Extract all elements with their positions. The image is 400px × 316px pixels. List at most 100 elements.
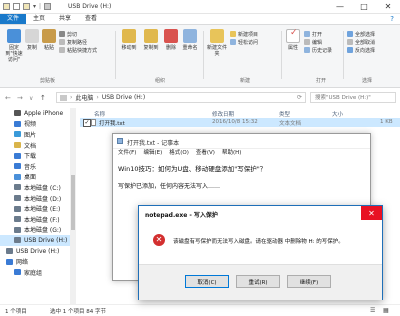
sidebar-item-icon xyxy=(14,173,21,180)
paste-shortcut-button[interactable]: 粘贴快捷方式 xyxy=(59,46,97,54)
pin-quick-access-button[interactable]: 固定到"快速访问" xyxy=(3,29,25,63)
open-icon xyxy=(304,31,310,37)
rename-button[interactable]: 重命名 xyxy=(181,29,199,51)
column-size[interactable]: 大小 xyxy=(332,110,343,118)
select-all-button[interactable]: 全部选择 xyxy=(347,30,375,38)
large-icons-view-icon[interactable]: ▦ xyxy=(383,307,389,314)
nav-scrollbar-thumb[interactable] xyxy=(71,175,75,230)
up-arrow-icon[interactable]: ↑ xyxy=(40,94,46,102)
menu-edit[interactable]: 编辑(E) xyxy=(143,148,162,158)
copy-path-button[interactable]: 复制路径 xyxy=(59,38,97,46)
status-bar: 1 个项目 选中 1 个项目 84 字节 ☰ ▦ xyxy=(0,304,400,316)
cancel-button[interactable]: 取消(C) xyxy=(185,275,229,288)
notepad-line-2[interactable]: 写保护已添加，任何内容无法写入…… xyxy=(118,181,220,190)
sidebar-item-label: USB Drive (H:) xyxy=(16,247,60,255)
checkbox-icon[interactable]: ✓ xyxy=(83,119,91,127)
select-none-button[interactable]: 全部取消 xyxy=(347,38,375,46)
selection-info: 选中 1 个项目 84 字节 xyxy=(50,309,106,315)
back-arrow-icon[interactable]: ← xyxy=(5,94,11,102)
menu-help[interactable]: 帮助(H) xyxy=(222,148,241,158)
notepad-icon xyxy=(117,138,123,144)
table-row[interactable]: ✓ 打开我.txt 2016/10/8 15:32 文本文档 1 KB xyxy=(80,118,400,127)
column-date[interactable]: 修改日期 xyxy=(212,110,234,118)
select-none-icon xyxy=(347,39,353,45)
move-to-button[interactable]: 移动到 xyxy=(119,29,139,51)
tab-home[interactable]: 主页 xyxy=(26,14,52,24)
sidebar-item-icon xyxy=(14,205,21,212)
dialog-close-button[interactable]: ✕ xyxy=(361,206,382,220)
help-icon[interactable]: ? xyxy=(390,14,400,24)
select-small-buttons: 全部选择 全部取消 反向选择 xyxy=(347,30,375,54)
sidebar-item[interactable]: 网络 xyxy=(0,256,76,267)
sidebar-item[interactable]: 文档 xyxy=(0,140,76,151)
column-type[interactable]: 类型 xyxy=(279,110,290,118)
menu-format[interactable]: 格式(O) xyxy=(169,148,189,158)
sidebar-item[interactable]: 图片 xyxy=(0,129,76,140)
pin-label: 固定到"快速访问" xyxy=(5,45,23,63)
open-button[interactable]: 打开 xyxy=(304,30,332,38)
sidebar-item[interactable]: 本地磁盘 (E:) xyxy=(0,203,76,214)
invert-selection-button[interactable]: 反向选择 xyxy=(347,46,375,54)
sidebar-item[interactable]: 视频 xyxy=(0,119,76,130)
menu-view[interactable]: 查看(V) xyxy=(196,148,215,158)
column-name[interactable]: 名称 xyxy=(94,110,105,118)
select-none-label: 全部取消 xyxy=(355,39,376,46)
search-input[interactable]: 搜索"USB Drive (H:)" xyxy=(310,92,396,103)
continue-button[interactable]: 继续(F) xyxy=(287,275,331,288)
paste-button[interactable]: 粘贴 xyxy=(41,29,57,51)
address-input[interactable]: › 此电脑 › USB Drive (H:) ⟳ xyxy=(56,92,306,103)
breadcrumb-this-pc[interactable]: 此电脑 xyxy=(75,93,93,102)
maximize-button[interactable]: □ xyxy=(352,0,376,13)
easy-access-button[interactable]: 轻松访问 xyxy=(230,38,258,46)
minimize-button[interactable]: — xyxy=(328,0,352,13)
refresh-icon[interactable]: ⟳ xyxy=(297,94,305,101)
sidebar-item-icon xyxy=(14,110,21,117)
tab-share[interactable]: 共享 xyxy=(52,14,78,24)
copy-to-label: 复制到 xyxy=(143,45,159,51)
cut-button[interactable]: 剪切 xyxy=(59,30,97,38)
tab-view[interactable]: 查看 xyxy=(78,14,104,24)
sidebar-item[interactable]: 本地磁盘 (F:) xyxy=(0,214,76,225)
recent-locations-icon[interactable]: ∨ xyxy=(29,95,33,102)
new-group-label: 新建 xyxy=(240,78,251,84)
history-button[interactable]: 历史记录 xyxy=(304,46,332,54)
menu-file[interactable]: 文件(F) xyxy=(118,148,136,158)
copy-to-button[interactable]: 复制到 xyxy=(141,29,161,51)
sidebar-item[interactable]: Apple iPhone xyxy=(0,108,76,119)
new-folder-button[interactable]: 新建文件夹 xyxy=(207,29,227,57)
sidebar-item[interactable]: USB Drive (H:) xyxy=(0,246,76,257)
sidebar-item[interactable]: 家庭组 xyxy=(0,267,76,278)
sidebar-item[interactable]: 音乐 xyxy=(0,161,76,172)
sidebar-item-label: 网络 xyxy=(16,259,29,267)
copy-button[interactable]: 复制 xyxy=(24,29,40,51)
chevron-down-icon[interactable]: ▾ xyxy=(33,3,36,10)
new-item-button[interactable]: 新建项目 xyxy=(230,30,258,38)
tab-file[interactable]: 文件 xyxy=(0,14,27,24)
edit-button[interactable]: 编辑 xyxy=(304,38,332,46)
invert-selection-label: 反向选择 xyxy=(355,47,376,54)
properties-button[interactable]: ✓ 属性 xyxy=(285,29,301,51)
item-count: 1 个项目 xyxy=(5,309,27,315)
invert-selection-icon xyxy=(347,47,353,53)
details-view-icon[interactable]: ☰ xyxy=(370,307,375,314)
sidebar-item[interactable]: 下载 xyxy=(0,150,76,161)
properties-label: 属性 xyxy=(287,45,298,51)
new-folder-icon[interactable] xyxy=(23,3,30,10)
delete-button[interactable]: 删除 xyxy=(163,29,179,51)
notepad-line-1[interactable]: Win10技巧：如何为U盘、移动硬盘添加"写保护"？ xyxy=(118,163,266,173)
new-small-buttons: 新建项目 轻松访问 xyxy=(230,30,258,46)
breadcrumb-usb-drive[interactable]: USB Drive (H:) xyxy=(102,94,145,101)
sidebar-item-icon xyxy=(14,269,21,276)
forward-arrow-icon[interactable]: → xyxy=(17,94,23,102)
retry-button[interactable]: 重试(R) xyxy=(236,275,280,288)
notepad-menu-bar: 文件(F) 编辑(E) 格式(O) 查看(V) 帮助(H) xyxy=(113,148,370,158)
sidebar-item[interactable]: 本地磁盘 (C:) xyxy=(0,182,76,193)
address-bar-row: ← → ∨ ↑ › 此电脑 › USB Drive (H:) ⟳ 搜索"USB … xyxy=(0,91,400,105)
sidebar-item[interactable]: 本地磁盘 (G:) xyxy=(0,225,76,236)
sidebar-item[interactable]: 桌面 xyxy=(0,172,76,183)
properties-icon[interactable] xyxy=(13,3,20,10)
ribbon-separator xyxy=(115,31,116,79)
sidebar-item[interactable]: 本地磁盘 (D:) xyxy=(0,193,76,204)
sidebar-item[interactable]: USB Drive (H:) xyxy=(0,235,76,246)
close-button[interactable]: ✕ xyxy=(376,0,400,13)
